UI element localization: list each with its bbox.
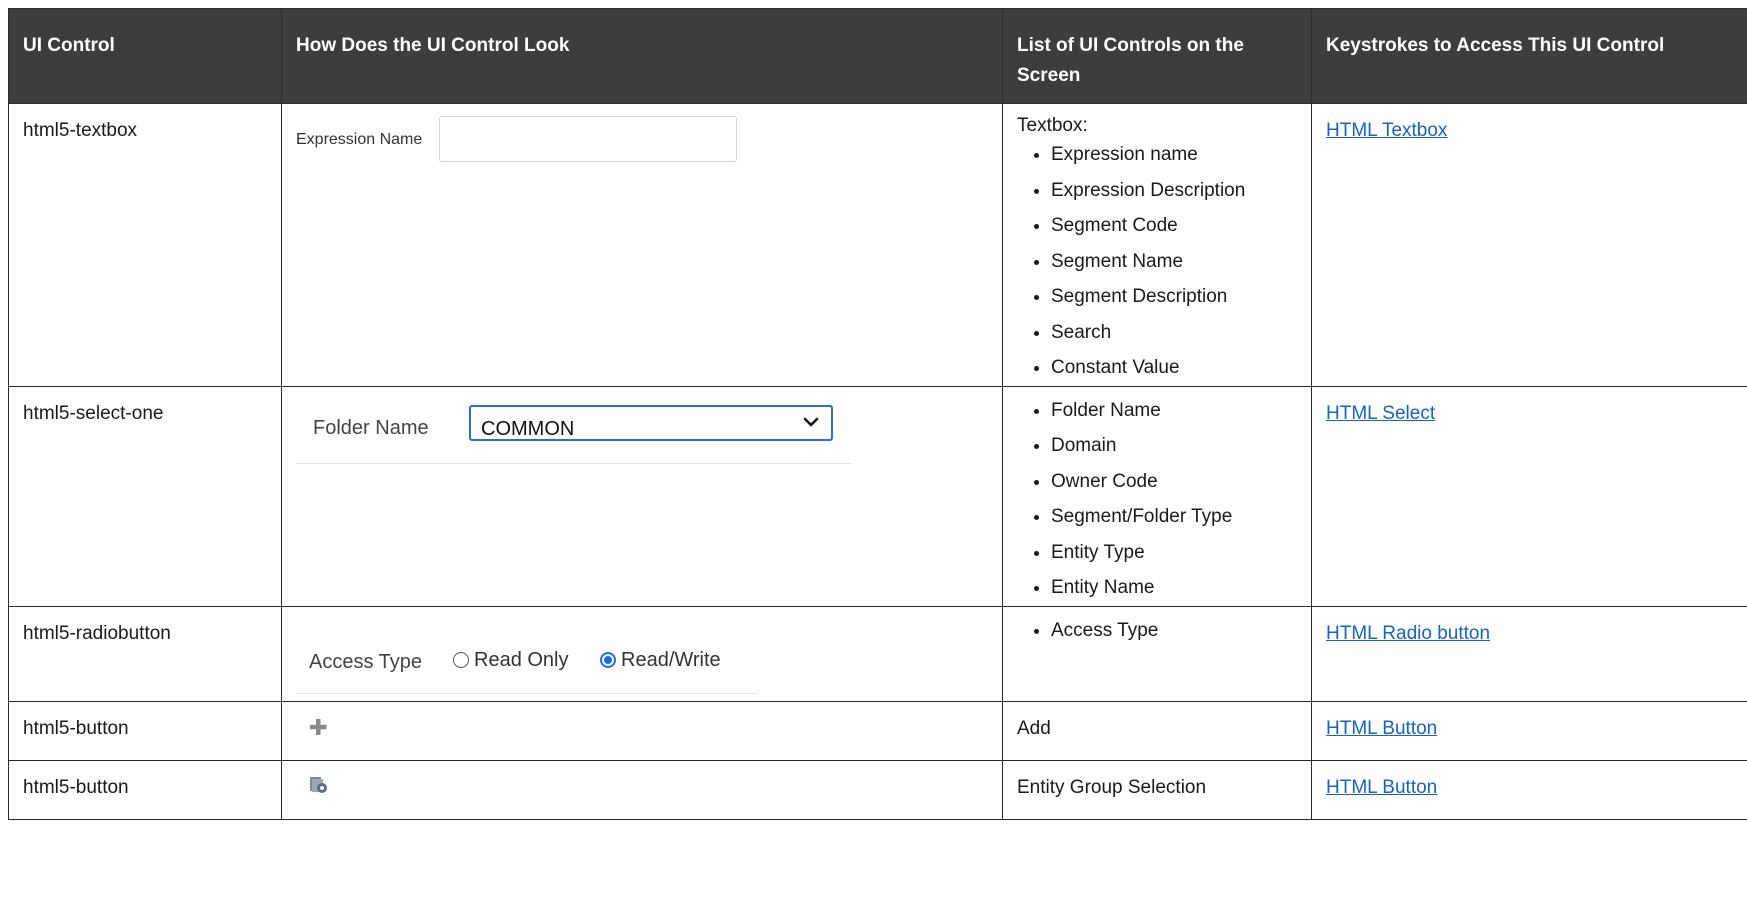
header-how-it-looks: How Does the UI Control Look	[281, 8, 1003, 104]
html-select-link[interactable]: HTML Select	[1326, 403, 1435, 424]
keystroke-cell: HTML Textbox	[1311, 103, 1747, 387]
list-item: Entity Name	[1051, 570, 1297, 606]
controls-text: Add	[1002, 700, 1312, 761]
list-item: Folder Name	[1051, 393, 1297, 429]
controls-list-cell: Textbox: Expression name Expression Desc…	[1002, 103, 1312, 387]
keystroke-cell: HTML Select	[1311, 385, 1747, 607]
list-item: Access Type	[1051, 613, 1297, 649]
list-item: Expression name	[1051, 137, 1297, 173]
folder-name-select[interactable]: COMMON	[469, 404, 833, 441]
read-only-label: Read Only	[474, 648, 569, 671]
header-list-of-controls: List of UI Controls on the Screen	[1002, 8, 1312, 104]
list-item: Segment Name	[1051, 244, 1297, 280]
read-write-radio[interactable]: Read/Write	[600, 643, 754, 678]
folder-name-label: Folder Name	[313, 416, 429, 439]
controls-list: Folder Name Domain Owner Code Segment/Fo…	[1017, 393, 1297, 606]
control-name: html5-button	[8, 759, 282, 820]
controls-list: Expression name Expression Description S…	[1017, 137, 1297, 386]
html-button-link[interactable]: HTML Button	[1326, 718, 1437, 739]
list-item: Expression Description	[1051, 173, 1297, 209]
read-write-label: Read/Write	[621, 648, 721, 671]
radio-selected-icon	[600, 652, 616, 668]
list-item: Owner Code	[1051, 464, 1297, 500]
table-row: html5-select-one Folder Name COMMON • Fo…	[8, 385, 1747, 607]
controls-list-cell: Folder Name Domain Owner Code Segment/Fo…	[1002, 385, 1312, 607]
list-item: Segment Description	[1051, 279, 1297, 315]
html-radio-button-link[interactable]: HTML Radio button	[1326, 623, 1490, 644]
folder-name-value: COMMON	[481, 417, 575, 440]
plus-icon[interactable]	[308, 717, 328, 737]
ui-controls-table: UI Control How Does the UI Control Look …	[8, 8, 1747, 820]
preview-cell	[281, 700, 1003, 761]
table-row: html5-button Add HTML Button	[8, 700, 1747, 761]
html-button-link[interactable]: HTML Button	[1326, 777, 1437, 798]
control-name: html5-textbox	[8, 103, 282, 387]
controls-text: Entity Group Selection	[1002, 759, 1312, 820]
preview-cell: Folder Name COMMON	[281, 385, 1003, 607]
preview-cell	[281, 759, 1003, 820]
access-type-label: Access Type	[309, 650, 423, 673]
list-item: Domain	[1051, 428, 1297, 464]
access-type-preview: Access Type Read Only Read/Write	[296, 643, 757, 694]
controls-list: Access Type	[1017, 613, 1297, 649]
folder-name-preview: Folder Name COMMON	[296, 404, 851, 464]
list-item: Entity Type	[1051, 535, 1297, 571]
preview-cell: Expression Name	[281, 103, 1003, 387]
preview-cell: Access Type Read Only Read/Write	[281, 605, 1003, 702]
table-row: html5-textbox Expression Name Textbox: E…	[8, 103, 1747, 387]
header-keystrokes: Keystrokes to Access This UI Control	[1311, 8, 1747, 104]
entity-group-icon[interactable]	[308, 774, 328, 794]
read-only-radio[interactable]: Read Only	[453, 643, 569, 678]
keystroke-cell: HTML Radio button	[1311, 605, 1747, 702]
expression-name-input[interactable]	[439, 116, 738, 162]
table-row: html5-button Entity Group Selection HTML…	[8, 759, 1747, 820]
list-item: Search	[1051, 315, 1297, 351]
html-textbox-link[interactable]: HTML Textbox	[1326, 120, 1447, 141]
list-item: Segment Code	[1051, 208, 1297, 244]
list-intro: Textbox:	[1017, 115, 1088, 136]
expression-name-preview: Expression Name	[296, 116, 738, 162]
control-name: html5-select-one	[8, 385, 282, 607]
chevron-down-icon	[803, 417, 819, 426]
radio-unselected-icon	[453, 652, 469, 668]
header-ui-control: UI Control	[8, 8, 282, 104]
list-item: Segment/Folder Type	[1051, 499, 1297, 535]
header-row: UI Control How Does the UI Control Look …	[8, 8, 1747, 104]
keystroke-cell: HTML Button	[1311, 700, 1747, 761]
expression-name-label: Expression Name	[296, 130, 423, 148]
control-name: html5-button	[8, 700, 282, 761]
control-name: html5-radiobutton	[8, 605, 282, 702]
keystroke-cell: HTML Button	[1311, 759, 1747, 820]
table-row: html5-radiobutton Access Type Read Only …	[8, 605, 1747, 702]
list-item: Constant Value	[1051, 350, 1297, 386]
controls-list-cell: Access Type	[1002, 605, 1312, 702]
